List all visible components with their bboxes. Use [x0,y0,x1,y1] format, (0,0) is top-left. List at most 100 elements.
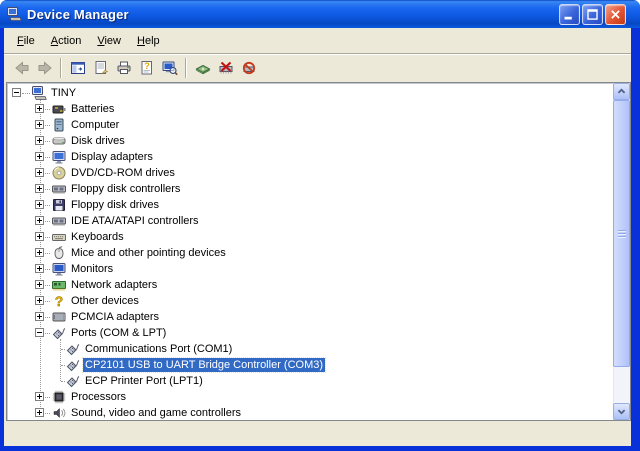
tree-guide-stub [45,189,50,190]
properties-button[interactable] [89,57,112,79]
tree-item-label[interactable]: Floppy disk drives [69,198,161,212]
expand-expander[interactable] [35,184,44,193]
tree-item-ecp-printer-port-lpt1[interactable]: ECP Printer Port (LPT1) [7,373,613,389]
tree-item-label[interactable]: Processors [69,390,128,404]
scroll-down-button[interactable] [613,403,630,420]
tree-item-label[interactable]: CP2101 USB to UART Bridge Controller (CO… [83,358,325,372]
maximize-button[interactable] [582,4,603,25]
tree-item-ports-com-lpt[interactable]: Ports (COM & LPT) [7,325,613,341]
tree-item-cp2101-usb-to-uart-bridge-controller-com3[interactable]: CP2101 USB to UART Bridge Controller (CO… [7,357,613,373]
expand-expander[interactable] [35,152,44,161]
expand-expander[interactable] [35,392,44,401]
expand-expander[interactable] [35,248,44,257]
tree-item-label[interactable]: Communications Port (COM1) [83,342,234,356]
tree-item-processors[interactable]: Processors [7,389,613,405]
tree-item-computer[interactable]: Computer [7,117,613,133]
tree-item-label[interactable]: Ports (COM & LPT) [69,326,168,340]
tree-item-label[interactable]: ECP Printer Port (LPT1) [83,374,205,388]
scroll-up-button[interactable] [613,83,630,100]
menu-item-view[interactable]: View [89,31,129,51]
maximize-icon [583,5,602,24]
tree-guide-stub [22,93,30,94]
expand-expander[interactable] [35,312,44,321]
expand-expander[interactable] [35,104,44,113]
vertical-scrollbar[interactable] [613,83,630,420]
tree-item-keyboards[interactable]: Keyboards [7,229,613,245]
tree-item-communications-port-com1[interactable]: Communications Port (COM1) [7,341,613,357]
tree-item-pcmcia-adapters[interactable]: PCMCIA adapters [7,309,613,325]
tree-item-ide-ata-atapi-controllers[interactable]: IDE ATA/ATAPI controllers [7,213,613,229]
menu-item-help[interactable]: Help [129,31,168,51]
expand-expander[interactable] [35,280,44,289]
tree-item-mice-and-other-pointing-devices[interactable]: Mice and other pointing devices [7,245,613,261]
disable-button[interactable] [214,57,237,79]
mouse-icon [51,245,67,261]
disk-drive-icon [51,133,67,149]
close-button[interactable] [605,4,626,25]
scroll-thumb[interactable] [613,100,630,367]
tree-item-sound-video-and-game-controllers[interactable]: Sound, video and game controllers [7,405,613,420]
window-title: Device Manager [27,7,129,22]
menu-item-action[interactable]: Action [43,31,90,51]
tree-item-dvd-cd-rom-drives[interactable]: DVD/CD-ROM drives [7,165,613,181]
tree-item-label[interactable]: Display adapters [69,150,155,164]
svg-text:?: ? [144,61,150,71]
forward-button[interactable] [33,57,56,79]
tree-item-label[interactable]: Other devices [69,294,141,308]
tree-item-batteries[interactable]: Batteries [7,101,613,117]
tree-item-label[interactable]: Monitors [69,262,115,276]
tree-item-network-adapters[interactable]: Network adapters [7,277,613,293]
tree-guide-stub [45,397,50,398]
tree-guide-stub [45,413,50,414]
tree-item-label[interactable]: Network adapters [69,278,159,292]
tree-item-floppy-disk-controllers[interactable]: Floppy disk controllers [7,181,613,197]
scan-hardware-button[interactable] [158,57,181,79]
tree-item-label[interactable]: TINY [49,86,78,100]
tree-item-disk-drives[interactable]: Disk drives [7,133,613,149]
expand-expander[interactable] [35,408,44,417]
tree-item-other-devices[interactable]: ?Other devices [7,293,613,309]
collapse-expander[interactable] [35,328,44,337]
tree-item-label[interactable]: Batteries [69,102,116,116]
menu-item-file[interactable]: File [9,31,43,51]
expand-expander[interactable] [35,296,44,305]
tree-item-label[interactable]: Mice and other pointing devices [69,246,228,260]
expand-expander[interactable] [35,120,44,129]
serial-port-icon [65,341,81,357]
show-hide-console-tree-button[interactable] [66,57,89,79]
tree-item-tiny[interactable]: TINY [7,85,613,101]
tree-item-label[interactable]: Keyboards [69,230,126,244]
tree-guide-stub [45,237,50,238]
expand-expander[interactable] [35,200,44,209]
tree-guide-stub [45,157,50,158]
uninstall-button[interactable] [237,57,260,79]
tree-item-label[interactable]: DVD/CD-ROM drives [69,166,177,180]
tree-item-label[interactable]: Disk drives [69,134,127,148]
expand-expander[interactable] [35,168,44,177]
tree-item-floppy-disk-drives[interactable]: Floppy disk drives [7,197,613,213]
help-button[interactable]: ? [135,57,158,79]
keyboard-icon [51,229,67,245]
expand-expander[interactable] [35,264,44,273]
tree-item-label[interactable]: IDE ATA/ATAPI controllers [69,214,201,228]
tree-item-label[interactable]: Sound, video and game controllers [69,406,243,420]
tree-item-monitors[interactable]: Monitors [7,261,613,277]
update-driver-button[interactable] [191,57,214,79]
print-button[interactable] [112,57,135,79]
minimize-icon [560,5,579,24]
expand-expander[interactable] [35,136,44,145]
back-button[interactable] [10,57,33,79]
tree-guide-stub [45,205,50,206]
tree-item-display-adapters[interactable]: Display adapters [7,149,613,165]
collapse-expander[interactable] [12,88,21,97]
expand-expander[interactable] [35,232,44,241]
expand-expander[interactable] [35,216,44,225]
tree-item-label[interactable]: PCMCIA adapters [69,310,161,324]
title-bar[interactable]: Device Manager [0,0,640,28]
tree-item-label[interactable]: Floppy disk controllers [69,182,182,196]
toolbar-separator [60,58,62,78]
tree-item-label[interactable]: Computer [69,118,121,132]
battery-icon [51,101,67,117]
minimize-button[interactable] [559,4,580,25]
tree-guide-stub [45,125,50,126]
